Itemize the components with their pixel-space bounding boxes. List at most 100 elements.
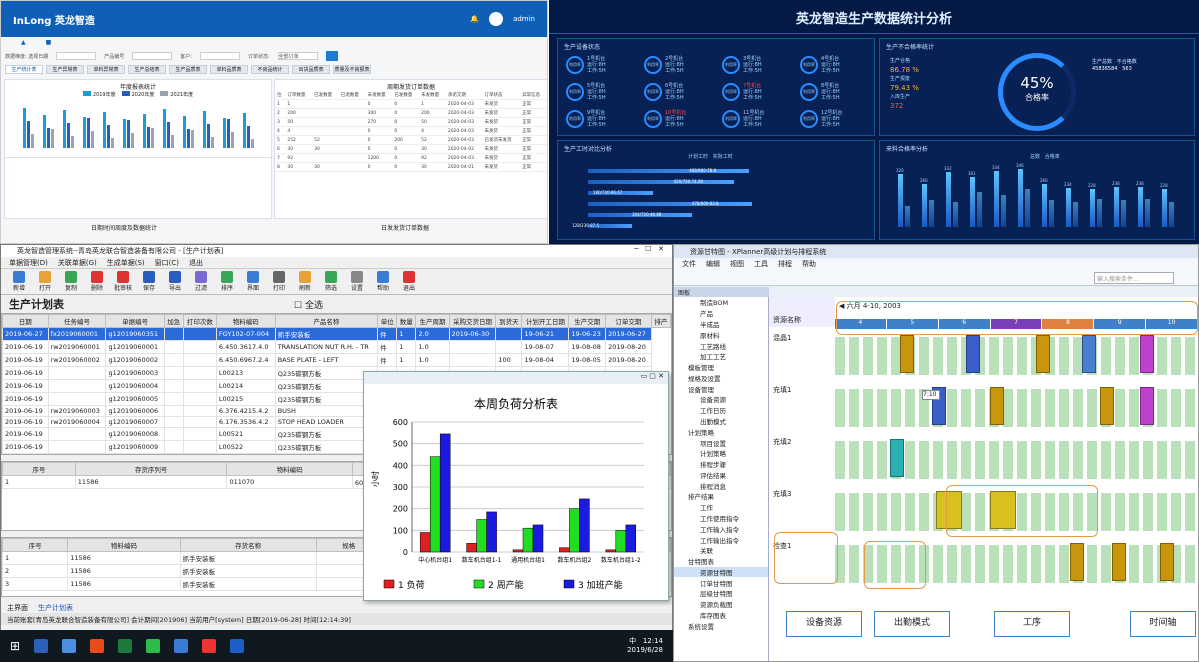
tree-item[interactable]: 项目设置	[674, 437, 768, 448]
tree-item[interactable]: 评估结果	[674, 470, 768, 481]
table-row[interactable]: 5 252 52 0 200 52 2020-04-03 已发货未发货 正常	[275, 135, 547, 145]
column-header[interactable]: 采购交货日期	[448, 314, 497, 328]
column-header[interactable]: 物料编码	[67, 538, 181, 552]
report-tab[interactable]: 不良品统计	[251, 65, 289, 74]
device-card[interactable]: 利用率 7号机台 运行:8H 工作:5H	[722, 80, 792, 104]
gantt-bar[interactable]	[1140, 387, 1154, 425]
browser-icon[interactable]	[90, 639, 105, 653]
tree-item[interactable]: 计划策略	[674, 448, 768, 459]
report-tab[interactable]: 单料品质表	[210, 65, 248, 74]
wechat-icon[interactable]	[146, 639, 161, 653]
resource-label[interactable]: 充填2	[773, 437, 791, 447]
app-icon[interactable]	[62, 639, 77, 653]
menu-item[interactable]: 生成单据(S)	[107, 258, 145, 267]
table-row[interactable]: 8 30 30 0 0 30 2020-04-01 未发货 正常	[275, 162, 547, 172]
table-row[interactable]: 6 30 30 0 0 30 2020-04-02 未发货 正常	[275, 144, 547, 154]
tab-main[interactable]: 主界面	[7, 603, 28, 612]
gantt-bar[interactable]	[1160, 543, 1174, 581]
menu-item[interactable]: 排程	[778, 259, 792, 269]
word-icon[interactable]	[230, 639, 245, 653]
tree-item[interactable]: 工作	[674, 502, 768, 513]
device-card[interactable]: 利用率 3号机台 运行:8H 工作:5H	[722, 53, 792, 77]
tree-item[interactable]: 加工工艺	[674, 351, 768, 362]
report-tab[interactable]: 生产总结表	[128, 65, 166, 74]
tree-item[interactable]: 排程消息	[674, 480, 768, 491]
report-tab[interactable]: 生产异常表	[46, 65, 84, 74]
menu-item[interactable]: 单据管理(D)	[9, 258, 48, 267]
toolbar-button[interactable]: 导出	[163, 271, 187, 292]
toolbar-button[interactable]: 筛选	[319, 271, 343, 292]
table-row[interactable]: 2 200 300 0 200 2020-04-03 未发货 正常	[275, 108, 547, 118]
gantt-bar[interactable]	[1100, 387, 1114, 425]
clock[interactable]: 中 12:14 2019/6/28	[627, 637, 663, 655]
column-header[interactable]: 计划开工日期	[521, 314, 570, 328]
report-tab[interactable]: 质量及不良报表	[333, 65, 371, 74]
tree-item[interactable]: 资源甘特图	[674, 566, 768, 578]
gantt-bar[interactable]	[1070, 543, 1084, 581]
windows-start-icon[interactable]: ⊞	[10, 639, 20, 653]
search-input[interactable]: 输入搜索条件...	[1094, 272, 1174, 284]
chart-window-controls[interactable]: ▭ ▢ ✕	[364, 372, 668, 384]
toolbar-button[interactable]: 过滤	[189, 271, 213, 292]
column-header[interactable]: 物料编码	[215, 314, 276, 328]
tree-item[interactable]: 模板管理	[674, 362, 768, 373]
device-card[interactable]: 利用率 12号机台 运行:8H 工作:5H	[800, 107, 870, 131]
tree-item[interactable]: 工作日历	[674, 405, 768, 416]
device-card[interactable]: 利用率 1号机台 运行:8H 工作:5H	[566, 53, 636, 77]
toolbar-button[interactable]: 复制	[59, 271, 83, 292]
gantt-bar[interactable]	[966, 335, 980, 373]
column-header[interactable]: 生产交期	[568, 314, 607, 328]
toolbar-button[interactable]: 排序	[215, 271, 239, 292]
tree-item[interactable]: 层级甘特图	[674, 588, 768, 599]
tree-item[interactable]: 甘特图表	[674, 556, 768, 567]
toolbar-button[interactable]: 帮助	[371, 271, 395, 292]
table-row[interactable]: 2019-06-27 fx2019060001 g12019060351 FGY102…	[2, 327, 671, 341]
device-card[interactable]: 利用率 4号机台 运行:8H 工作:5H	[800, 53, 870, 77]
menu-item[interactable]: 退出	[189, 258, 203, 267]
menu-item[interactable]: 视图	[730, 259, 744, 269]
toolbar-button[interactable]: 设置	[345, 271, 369, 292]
tree-item[interactable]: 系统设置	[674, 620, 768, 631]
toolbar-button[interactable]: 删除	[85, 271, 109, 292]
toolbar-button[interactable]: 新增	[7, 271, 31, 292]
toolbar-button[interactable]: 刷新	[293, 271, 317, 292]
tree-item[interactable]: 计划策略	[674, 426, 768, 437]
search-icon[interactable]	[174, 639, 189, 653]
tree-item[interactable]: 关联	[674, 545, 768, 556]
menu-item[interactable]: 工具	[754, 259, 768, 269]
order-status-select[interactable]: 全部订单	[277, 52, 318, 60]
filter-field[interactable]	[199, 52, 240, 60]
tree-item[interactable]: 设备管理	[674, 383, 768, 394]
tree-item[interactable]: 排产结果	[674, 491, 768, 502]
column-header[interactable]: 存货名称	[179, 538, 317, 552]
tree-item[interactable]: 产品	[674, 308, 768, 319]
bell-icon[interactable]: 🔔	[470, 15, 479, 23]
gantt-bar[interactable]	[900, 335, 914, 373]
gantt-bar[interactable]	[1140, 335, 1154, 373]
column-header[interactable]: 到货天	[495, 314, 523, 328]
tab-plan[interactable]: 生产计划表	[38, 603, 73, 612]
column-header[interactable]: 序号	[2, 538, 69, 552]
device-card[interactable]: 利用率 6号机台 运行:8H 工作:5H	[644, 80, 714, 104]
toolbar-button[interactable]: 保存	[137, 271, 161, 292]
filter-field[interactable]	[56, 52, 97, 60]
gantt-bar[interactable]	[1036, 335, 1050, 373]
column-header[interactable]: 序号	[2, 462, 76, 476]
toolbar-button[interactable]: 打印	[267, 271, 291, 292]
column-header[interactable]: 日期	[2, 314, 49, 328]
menu-item[interactable]: 编辑	[706, 259, 720, 269]
column-header[interactable]: 单位	[377, 314, 398, 328]
column-header[interactable]: 加急	[163, 314, 184, 328]
table-row[interactable]: 3 50 270 0 50 2020-04-03 未发货 正常	[275, 117, 547, 127]
resource-label[interactable]: 混晶1	[773, 333, 791, 343]
table-row[interactable]: 2019-06-19 rw2019060002 g12019060002 6.450.…	[2, 353, 671, 367]
tree-item[interactable]: 工艺路线	[674, 340, 768, 351]
column-header[interactable]: 排产	[650, 314, 671, 328]
column-header[interactable]: 物料编码	[226, 462, 353, 476]
tree-item[interactable]: 排程步骤	[674, 459, 768, 470]
menu-item[interactable]: 帮助	[802, 259, 816, 269]
toolbar-button[interactable]: 批审核	[111, 271, 135, 292]
resource-label[interactable]: 充填3	[773, 489, 791, 499]
tree-item[interactable]: 制造BOM	[674, 297, 768, 308]
ime-indicator[interactable]: 中	[629, 637, 636, 645]
